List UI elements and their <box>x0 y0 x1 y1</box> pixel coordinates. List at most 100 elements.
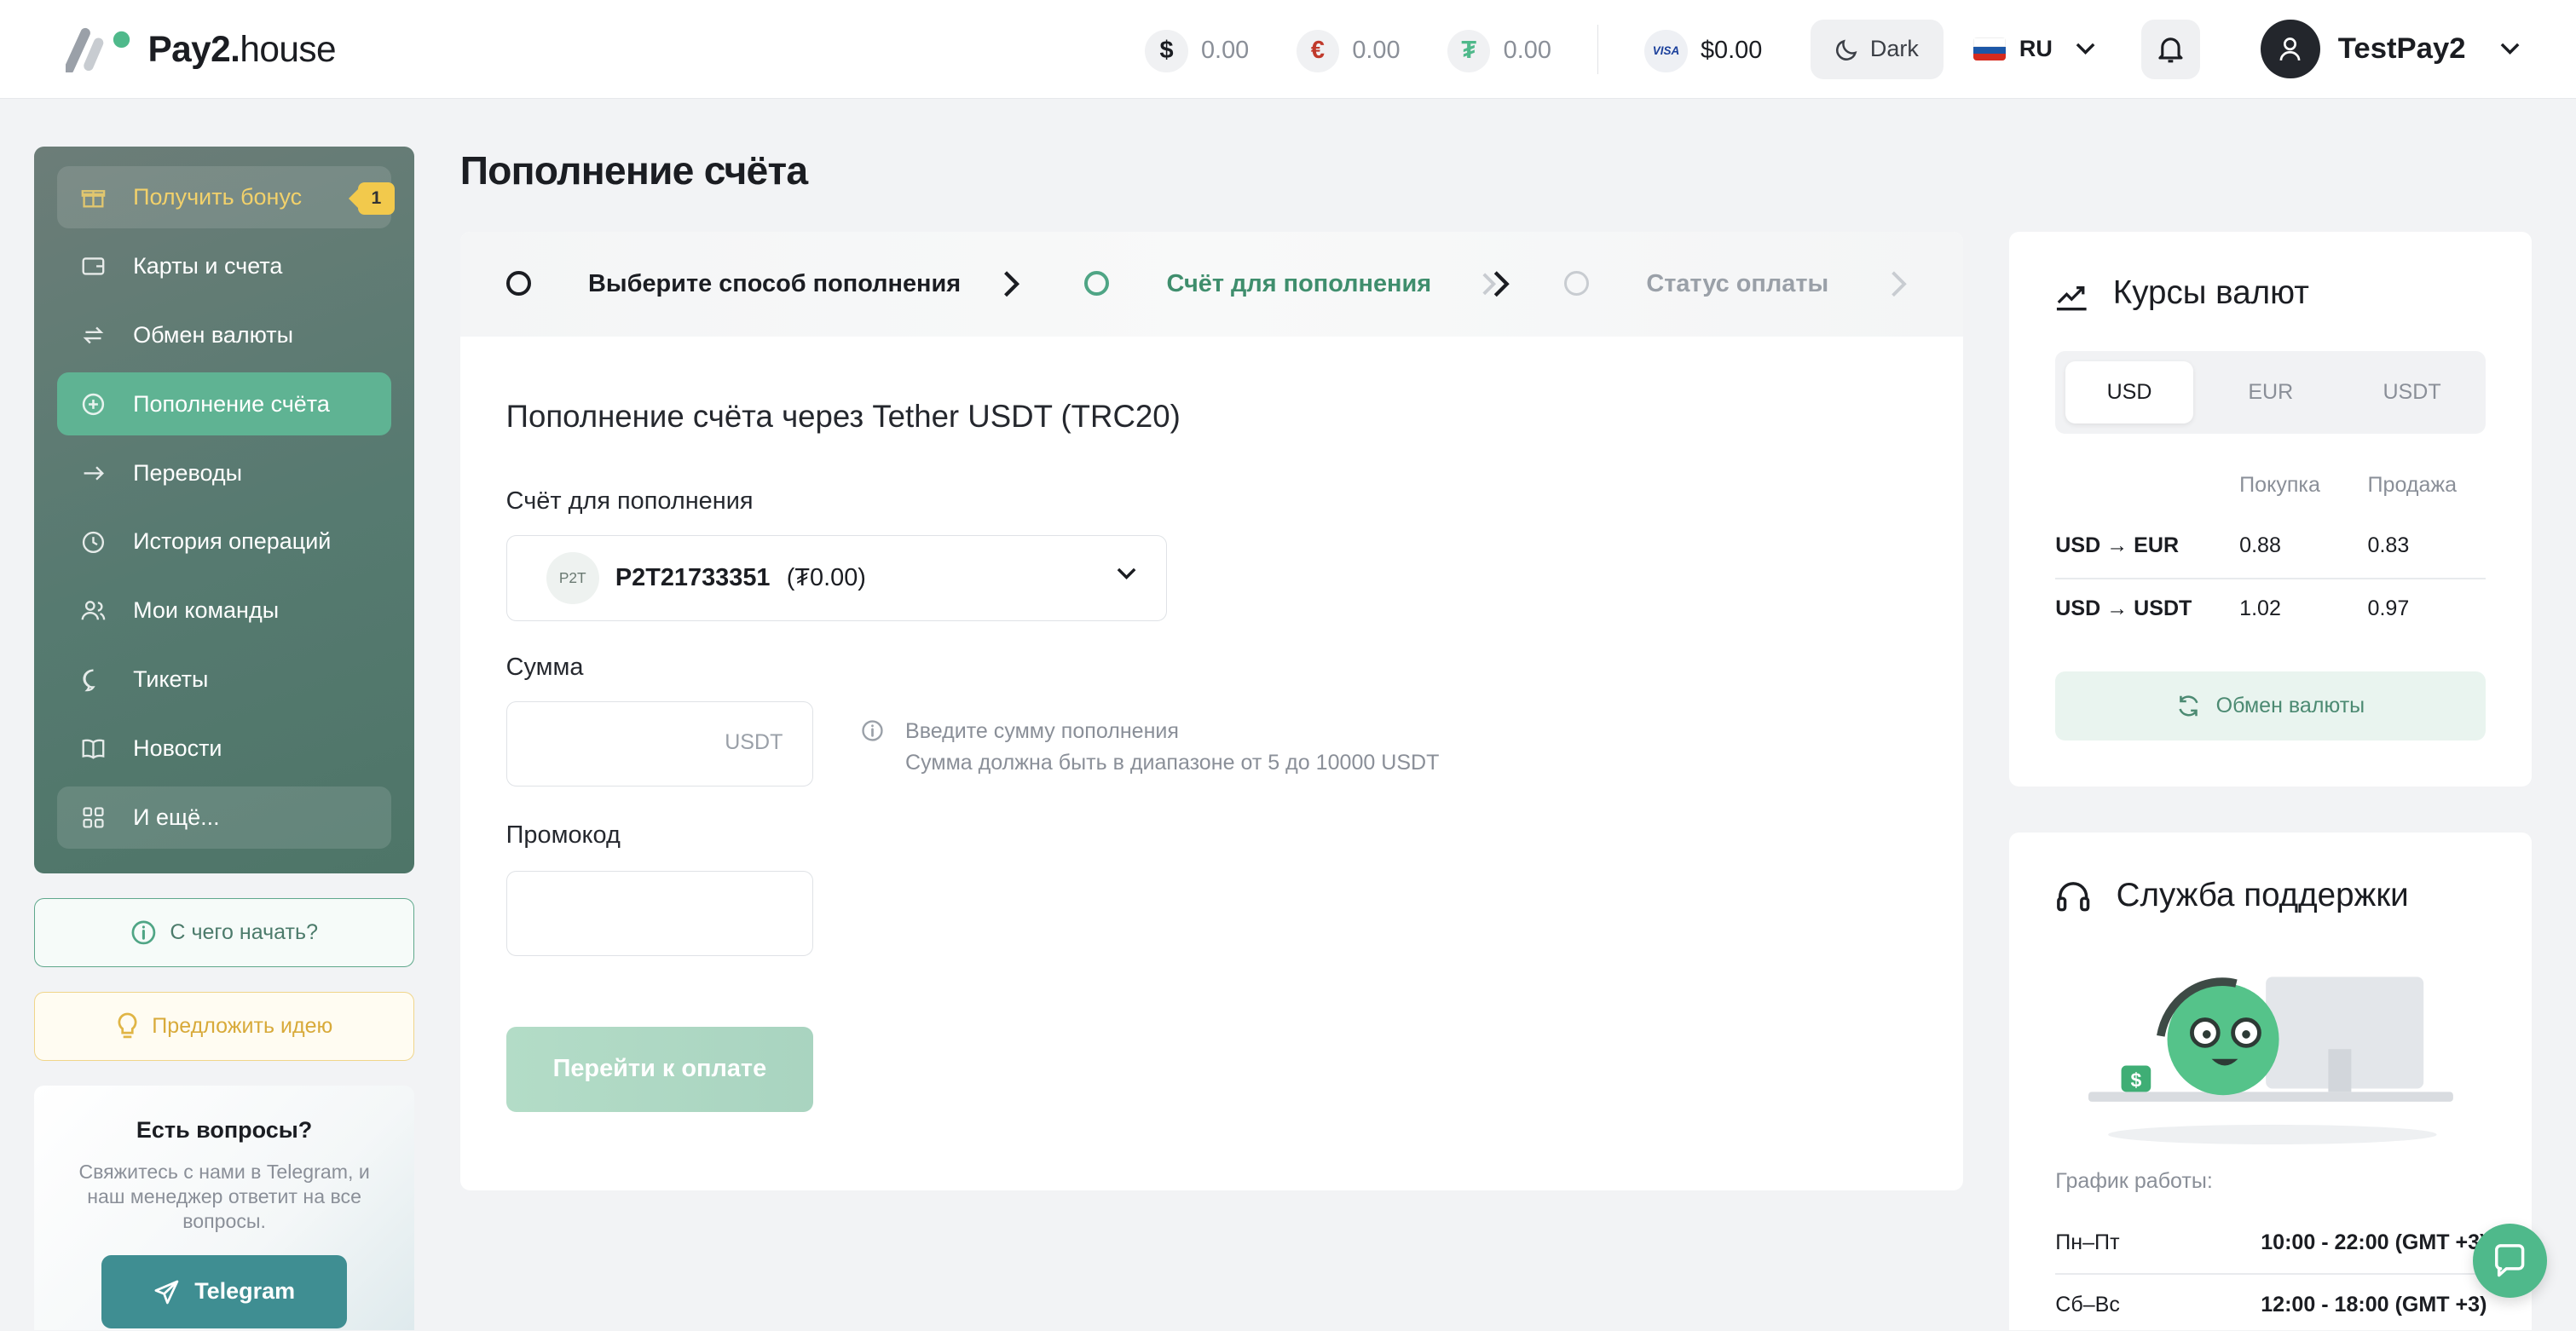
col-sell: Продажа <box>2367 473 2458 498</box>
account-select[interactable]: P2T P2T21733351 (₮0.00) <box>505 535 1167 621</box>
steps-bar: Выберите способ пополнения Счёт для попо… <box>459 231 1964 337</box>
sidebar-item-exchange[interactable]: Обмен валюты <box>57 304 390 366</box>
sidebar-nav: Получить бонус 1 Карты и счета Обмен вал… <box>34 146 414 874</box>
grid-icon <box>80 804 107 831</box>
notifications-button[interactable] <box>2140 20 2200 79</box>
exchange-rates-card: Курсы валют USD EUR USDT Покупка Продажа… <box>2009 231 2533 787</box>
language-select[interactable]: RU <box>1972 23 2095 76</box>
getting-started-button[interactable]: С чего начать? <box>34 898 414 968</box>
sidebar-item-bonus[interactable]: Получить бонус 1 <box>57 165 395 228</box>
amount-input[interactable]: USDT <box>505 701 814 787</box>
amount-unit: USDT <box>725 729 783 754</box>
promo-input[interactable] <box>505 870 814 956</box>
trending-up-icon <box>2057 285 2087 310</box>
theme-toggle-button[interactable]: Dark <box>1811 20 1944 79</box>
telegram-label: Telegram <box>194 1278 296 1305</box>
sidebar-item-label: Новости <box>133 735 222 762</box>
sidebar-item-topup[interactable]: Пополнение счёта <box>57 372 391 435</box>
amount-hint-line1: Введите сумму пополнения <box>905 719 1179 744</box>
amount-label: Сумма <box>505 654 584 682</box>
live-chat-button[interactable] <box>2472 1223 2547 1298</box>
chevron-down-icon <box>1117 568 1136 579</box>
account-number: P2T21733351 <box>615 563 771 591</box>
p2t-icon: P2T <box>546 551 599 605</box>
rate-buy: 0.88 <box>2239 533 2281 558</box>
usd-balance[interactable]: $ 0.00 <box>1145 28 1249 74</box>
rate-sell: 0.83 <box>2367 533 2410 558</box>
sidebar-item-more[interactable]: И ещё... <box>57 786 391 850</box>
double-chevron-right-icon <box>1482 271 1510 297</box>
rates-title: Курсы валют <box>2112 274 2309 311</box>
tab-usd[interactable]: USD <box>2065 361 2194 424</box>
sidebar-item-label: Пополнение счёта <box>133 390 330 417</box>
users-icon <box>80 598 107 625</box>
support-title: Служба поддержки <box>2116 877 2409 914</box>
refresh-icon <box>2179 695 2199 717</box>
sidebar-item-label: И ещё... <box>133 804 220 831</box>
dollar-icon: $ <box>1145 29 1188 72</box>
step-1[interactable]: Выберите способ пополнения <box>588 232 961 337</box>
sidebar-item-history[interactable]: История операций <box>57 510 390 573</box>
info-icon <box>131 920 156 945</box>
sidebar-item-cards[interactable]: Карты и счета <box>57 235 390 297</box>
usdt-balance[interactable]: ₮ 0.00 <box>1447 28 1551 74</box>
rate-sell: 0.97 <box>2367 596 2410 620</box>
gift-icon <box>80 184 107 210</box>
schedule-days: Сб–Вс <box>2055 1292 2120 1317</box>
suggest-idea-label: Предложить идею <box>152 1014 333 1039</box>
schedule-row: Сб–Вс 12:00 - 18:00 (GMT +3) <box>2055 1275 2486 1331</box>
card-balance[interactable]: VISA $0.00 <box>1644 28 1762 74</box>
suggest-idea-button[interactable]: Предложить идею <box>34 992 414 1062</box>
sidebar-item-news[interactable]: Новости <box>57 717 390 780</box>
sidebar-item-teams[interactable]: Мои команды <box>57 579 390 642</box>
language-label: RU <box>2019 36 2053 62</box>
amount-hint-line2: Сумма должна быть в диапазоне от 5 до 10… <box>905 751 1440 775</box>
usdt-balance-value: 0.00 <box>1503 37 1551 65</box>
headset-icon <box>2057 882 2090 912</box>
telegram-icon <box>154 1280 179 1304</box>
form-title: Пополнение счёта через Tether USDT (TRC2… <box>505 399 1181 435</box>
proceed-to-payment-button[interactable]: Перейти к оплате <box>505 1026 814 1112</box>
col-buy: Покупка <box>2239 473 2320 498</box>
logo[interactable]: Pay2.house <box>64 23 337 76</box>
topup-card: Выберите способ пополнения Счёт для попо… <box>459 231 1964 1191</box>
svg-text:$: $ <box>2130 1069 2141 1092</box>
eur-balance-value: 0.00 <box>1352 37 1401 65</box>
support-mascot-illustration: $ <box>2088 977 2453 1145</box>
sidebar-item-tickets[interactable]: Тикеты <box>57 648 390 711</box>
chevron-down-icon <box>2076 43 2095 55</box>
sidebar-item-transfers[interactable]: Переводы <box>57 441 390 504</box>
rate-row: USD → USDT 1.02 0.97 <box>2055 578 2486 640</box>
user-menu[interactable]: TestPay2 <box>2261 18 2520 80</box>
schedule-label: График работы: <box>2055 1169 2213 1194</box>
info-icon <box>862 720 883 741</box>
currency-tabs: USD EUR USDT <box>2055 351 2486 434</box>
chat-icon <box>80 666 107 693</box>
avatar <box>2261 20 2320 79</box>
schedule-days: Пн–Пт <box>2055 1230 2120 1254</box>
user-icon <box>2279 37 2301 61</box>
sidebar-item-label: Переводы <box>133 459 243 486</box>
tab-eur[interactable]: EUR <box>2207 361 2335 424</box>
eur-balance[interactable]: € 0.00 <box>1296 28 1401 74</box>
exchange-icon <box>80 322 107 349</box>
step-2[interactable]: Счёт для пополнения <box>1167 232 1432 337</box>
tab-usdt[interactable]: USDT <box>2348 361 2475 424</box>
book-icon <box>80 735 107 762</box>
sidebar-item-label: Мои команды <box>133 597 280 624</box>
top-header: Pay2.house $ 0.00 € 0.00 ₮ 0.00 VISA $0.… <box>0 0 2576 99</box>
account-balance: (₮0.00) <box>786 563 866 591</box>
rate-row: USD → EUR 0.88 0.83 <box>2055 516 2486 578</box>
help-card: Есть вопросы? Свяжитесь с нами в Telegra… <box>34 1086 414 1331</box>
arrow-right-icon <box>80 460 107 487</box>
lightbulb-icon <box>118 1012 137 1039</box>
exchange-button[interactable]: Обмен валюты <box>2055 671 2486 741</box>
usd-balance-value: 0.00 <box>1200 37 1250 65</box>
sidebar-item-label: Карты и счета <box>133 252 283 279</box>
promo-label: Промокод <box>505 821 621 849</box>
wallet-icon <box>80 253 107 279</box>
step-3[interactable]: Статус оплаты <box>1646 232 1828 337</box>
step-1-dot <box>505 271 531 296</box>
telegram-button[interactable]: Telegram <box>101 1254 347 1329</box>
clock-icon <box>80 529 107 556</box>
